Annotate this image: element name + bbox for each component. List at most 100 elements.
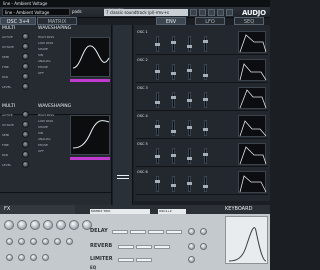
env-graph <box>238 59 267 81</box>
decay-slider[interactable] <box>171 36 176 52</box>
delay-field[interactable] <box>112 230 128 234</box>
release-slider[interactable] <box>203 64 208 80</box>
decay-slider[interactable] <box>171 148 176 164</box>
waveshaping-title: WAVESHAPING <box>38 104 72 109</box>
settings-button[interactable] <box>226 9 233 16</box>
fx-small-knob[interactable] <box>18 238 25 245</box>
decay-slider[interactable] <box>171 120 176 136</box>
sustain-slider[interactable] <box>187 92 192 108</box>
attack-slider[interactable] <box>155 176 160 192</box>
fx-small-knob[interactable] <box>6 254 13 261</box>
param-label: OCTAVE <box>2 45 14 49</box>
fx-small-knob[interactable] <box>54 238 61 245</box>
fx-small-knob[interactable] <box>18 254 25 261</box>
tab-matrix[interactable]: MATRIX <box>37 17 77 25</box>
fx-small-knob[interactable] <box>66 238 73 245</box>
fine-knob[interactable] <box>22 141 29 148</box>
fx-small-knob[interactable] <box>42 238 49 245</box>
delay-field[interactable] <box>130 230 146 234</box>
release-slider[interactable] <box>203 120 208 136</box>
header-buttons <box>190 9 242 16</box>
matrix-name-field[interactable]: MATRIX TWO <box>90 209 150 214</box>
pan-knob[interactable] <box>22 73 29 80</box>
env-graph <box>238 115 267 137</box>
drag-handle[interactable] <box>117 175 129 179</box>
env-row: OSC 4 <box>136 113 268 139</box>
delay-knob[interactable] <box>188 228 195 235</box>
octave-knob[interactable] <box>22 121 29 128</box>
osc-section-1: MULTI WAVESHAPING ACTIVE OCTAVE SEMI FIN… <box>0 25 112 115</box>
sustain-slider[interactable] <box>187 148 192 164</box>
sustain-slider[interactable] <box>187 64 192 80</box>
delay-knob[interactable] <box>200 228 207 235</box>
active-knob[interactable] <box>22 33 29 40</box>
osc-select[interactable]: OSC1+2 <box>158 209 186 214</box>
reverb-field[interactable] <box>136 245 152 249</box>
eq-label: EQ <box>90 265 97 270</box>
level-knob[interactable] <box>22 83 29 90</box>
param-label: SEMI <box>2 55 10 59</box>
release-slider[interactable] <box>203 148 208 164</box>
attack-slider[interactable] <box>155 92 160 108</box>
reverb-knob[interactable] <box>188 243 195 250</box>
waveform-display <box>70 37 110 77</box>
decay-slider[interactable] <box>171 64 176 80</box>
fx-small-knob[interactable] <box>42 254 49 261</box>
limiter-field[interactable] <box>118 258 134 262</box>
preset-category[interactable]: pads <box>72 8 100 16</box>
song-field[interactable]: 7 classic soundtrack /pl/-rmv+s <box>104 9 188 16</box>
tab-env[interactable]: ENV <box>156 17 186 25</box>
delay-field[interactable] <box>148 230 164 234</box>
fx-knob[interactable] <box>56 220 66 230</box>
fx-small-knob[interactable] <box>30 238 37 245</box>
attack-slider[interactable] <box>155 36 160 52</box>
prev-button[interactable] <box>190 9 197 16</box>
param-label: OCTAVE <box>2 123 14 127</box>
preset-name-field[interactable]: line - Ambient Voltage <box>2 8 70 16</box>
octave-knob[interactable] <box>22 43 29 50</box>
attack-slider[interactable] <box>155 148 160 164</box>
sustain-slider[interactable] <box>187 36 192 52</box>
fx-knob[interactable] <box>4 220 14 230</box>
next-button[interactable] <box>199 9 206 16</box>
fx-knob[interactable] <box>69 220 79 230</box>
release-slider[interactable] <box>203 36 208 52</box>
release-slider[interactable] <box>203 176 208 192</box>
fx-knob[interactable] <box>17 220 27 230</box>
reverb-field[interactable] <box>118 245 134 249</box>
env-graph <box>238 31 267 53</box>
save-button[interactable] <box>208 9 215 16</box>
fx-small-knob[interactable] <box>30 254 37 261</box>
keyboard-graph[interactable] <box>225 216 268 264</box>
fx-knob[interactable] <box>30 220 40 230</box>
fine-knob[interactable] <box>22 63 29 70</box>
env-title: OSC 5 <box>137 142 148 146</box>
release-slider[interactable] <box>203 92 208 108</box>
wave-row-label: HIGH PASS <box>38 35 55 39</box>
fx-knob[interactable] <box>43 220 53 230</box>
limiter-field[interactable] <box>136 258 152 262</box>
attack-slider[interactable] <box>155 120 160 136</box>
decay-slider[interactable] <box>171 92 176 108</box>
reverb-knob[interactable] <box>200 243 207 250</box>
semi-knob[interactable] <box>22 53 29 60</box>
level-knob[interactable] <box>22 161 29 168</box>
pan-knob[interactable] <box>22 151 29 158</box>
semi-knob[interactable] <box>22 131 29 138</box>
reverb-field[interactable] <box>154 245 170 249</box>
fx-small-knob[interactable] <box>6 238 13 245</box>
decay-slider[interactable] <box>171 176 176 192</box>
param-label: FINE <box>2 143 9 147</box>
sustain-slider[interactable] <box>187 120 192 136</box>
tab-lfo[interactable]: LFO <box>195 17 225 25</box>
tab-seq[interactable]: SEQ <box>234 17 264 25</box>
wave-row-label: ANALOG <box>38 59 51 63</box>
sustain-slider[interactable] <box>187 176 192 192</box>
attack-slider[interactable] <box>155 64 160 80</box>
limiter-knob[interactable] <box>188 256 195 263</box>
active-knob[interactable] <box>22 111 29 118</box>
param-label: PAN <box>2 75 8 79</box>
delay-field[interactable] <box>166 230 182 234</box>
random-button[interactable] <box>217 9 224 16</box>
tab-osc34[interactable]: OSC 3+4 <box>0 17 36 25</box>
